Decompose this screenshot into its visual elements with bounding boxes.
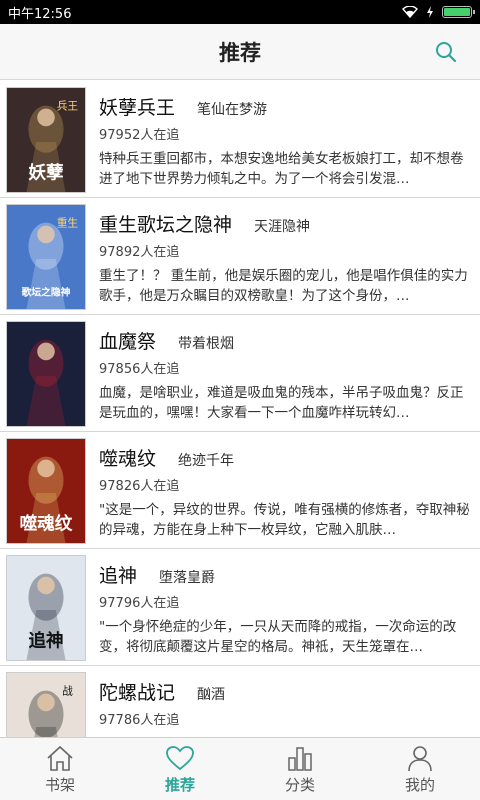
wifi-icon bbox=[402, 6, 418, 18]
svg-text:兵王: 兵王 bbox=[57, 100, 79, 113]
book-readers-count: 97796人在追 bbox=[99, 596, 180, 611]
book-title-text: 陀螺战记 bbox=[99, 682, 176, 704]
svg-text:重生: 重生 bbox=[57, 217, 79, 230]
book-author: 堕落皇爵 bbox=[159, 570, 216, 586]
book-title[interactable]: 妖孽兵王 笔仙在梦游 bbox=[99, 93, 267, 120]
svg-text:战: 战 bbox=[62, 685, 73, 698]
svg-text:噬魂纹: 噬魂纹 bbox=[20, 513, 73, 534]
svg-text:歌坛之隐神: 歌坛之隐神 bbox=[22, 285, 71, 298]
book-author: 笔仙在梦游 bbox=[197, 102, 268, 118]
book-readers-count: 97892人在追 bbox=[99, 245, 180, 260]
book-author: 天涯隐神 bbox=[254, 219, 311, 235]
book-list[interactable]: 妖孽 兵王 妖孽兵王 笔仙在梦游 97952人在追 特种兵王重回都市，本想安逸地给美女老板… bbox=[0, 81, 480, 737]
book-item[interactable]: 歌坛之隐神 重生 重生歌坛之隐神 天涯隐神 97892人在追重生了！？ 重生前，他是娱乐… bbox=[0, 198, 480, 315]
book-title-text: 血魔祭 bbox=[99, 331, 157, 353]
book-description: "一个身怀绝症的少年，一只从天而降的戒指，一次命运的改变，将彻底颠覆这片星空的格… bbox=[99, 619, 457, 655]
book-description: "这是一个，异纹的世界。传说，唯有强横的修炼者，夺取神秘的异魂，方能在身上种下一… bbox=[99, 502, 470, 538]
book-description: 血魔，是啥职业，难道是吸血鬼的残本，半吊子吸血鬼？反正是玩血的，嘿嘿！大家看一下… bbox=[99, 385, 464, 421]
book-description: 重生了！？ 重生前，他是娱乐圈的宠儿，他是唱作俱佳的实力歌手，他是万众瞩目的双榜… bbox=[99, 268, 468, 304]
tab-category[interactable]: 分类 bbox=[240, 738, 360, 800]
book-cover[interactable]: 妖孽 兵王 bbox=[6, 87, 86, 193]
book-title-text: 噬魂纹 bbox=[99, 448, 157, 470]
book-item[interactable]: 追神 追神 堕落皇爵 97796人在追 "一个身怀绝症的少年，一只从天而降的戒指，一次命… bbox=[0, 549, 480, 666]
book-author: 绝迹千年 bbox=[178, 453, 235, 469]
page-title: 推荐 bbox=[219, 40, 261, 65]
book-title[interactable]: 血魔祭 带着根烟 bbox=[99, 327, 234, 354]
book-title[interactable]: 陀螺战记 酗酒 bbox=[99, 678, 225, 705]
book-cover[interactable]: 歌坛之隐神 重生 bbox=[6, 204, 86, 310]
book-item[interactable]: 噬魂纹 噬魂纹 绝迹千年 97826人在追 "这是一个，异纹的世界。传说，唯有强横的修炼… bbox=[0, 432, 480, 549]
tab-label: 我的 bbox=[404, 776, 435, 794]
home-icon bbox=[47, 745, 73, 771]
tab-label: 推荐 bbox=[164, 776, 195, 794]
book-item[interactable]: 陀螺战陀螺战记 酗酒 97786人在追 bbox=[0, 666, 480, 737]
svg-text:妖孽: 妖孽 bbox=[28, 162, 63, 183]
book-readers-count: 97952人在追 bbox=[99, 128, 180, 143]
svg-text:追神: 追神 bbox=[28, 630, 63, 651]
book-cover[interactable]: 噬魂纹 bbox=[6, 438, 86, 544]
charging-icon bbox=[427, 6, 433, 18]
battery-icon bbox=[442, 6, 475, 18]
book-title-text: 重生歌坛之隐神 bbox=[99, 214, 233, 236]
tab-bookshelf[interactable]: 书架 bbox=[0, 738, 120, 800]
book-item[interactable]: 妖孽 兵王 妖孽兵王 笔仙在梦游 97952人在追 特种兵王重回都市，本想安逸地给美女老板… bbox=[0, 81, 480, 198]
book-readers-count: 97826人在追 bbox=[99, 479, 180, 494]
status-time: 中午12:56 bbox=[8, 6, 72, 22]
heart-icon bbox=[166, 746, 194, 771]
tab-label: 分类 bbox=[284, 776, 315, 794]
bottom-tab-bar: 书架 推荐 分类 我的 bbox=[0, 737, 480, 800]
search-icon[interactable] bbox=[434, 40, 458, 64]
book-author: 酗酒 bbox=[197, 687, 226, 703]
top-bar: 推荐 bbox=[0, 24, 480, 80]
status-bar: 中午12:56 bbox=[0, 0, 480, 24]
book-description: 特种兵王重回都市，本想安逸地给美女老板娘打工，却不想卷进了地下世界势力倾轧之中。… bbox=[99, 151, 464, 187]
book-readers-count: 97856人在追 bbox=[99, 362, 180, 377]
book-title[interactable]: 追神 堕落皇爵 bbox=[99, 561, 215, 588]
bar-chart-icon bbox=[288, 747, 312, 771]
user-icon bbox=[408, 746, 432, 772]
book-cover[interactable] bbox=[6, 321, 86, 427]
book-cover[interactable]: 陀螺战 bbox=[6, 672, 86, 737]
book-readers-count: 97786人在追 bbox=[99, 713, 180, 728]
book-author: 带着根烟 bbox=[178, 336, 235, 352]
book-title[interactable]: 噬魂纹 绝迹千年 bbox=[99, 444, 234, 471]
book-title-text: 追神 bbox=[99, 565, 138, 587]
book-cover[interactable]: 追神 bbox=[6, 555, 86, 661]
book-title-text: 妖孽兵王 bbox=[99, 97, 176, 119]
tab-label: 书架 bbox=[44, 776, 75, 794]
tab-mine[interactable]: 我的 bbox=[360, 738, 480, 800]
book-title[interactable]: 重生歌坛之隐神 天涯隐神 bbox=[99, 210, 310, 237]
tab-recommend[interactable]: 推荐 bbox=[120, 738, 240, 800]
book-item[interactable]: 血魔祭 带着根烟 97856人在追血魔，是啥职业，难道是吸血鬼的残本，半吊子吸血鬼？… bbox=[0, 315, 480, 432]
